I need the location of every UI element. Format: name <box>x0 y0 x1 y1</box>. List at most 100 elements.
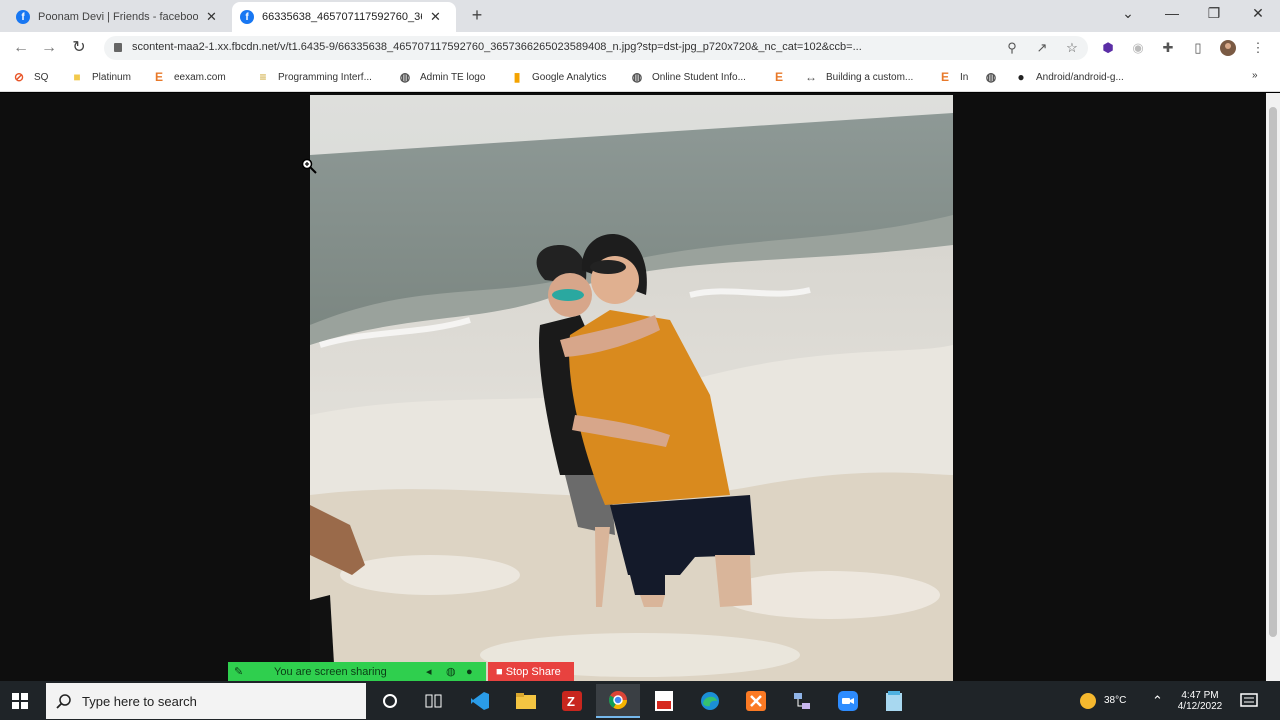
beach-photo-illustration <box>310 95 953 681</box>
url-text[interactable]: scontent-maa2-1.xx.fbcdn.net/v/t1.6435-9… <box>132 41 992 53</box>
extension-hexagon-icon[interactable]: ⬢ <box>1100 40 1116 56</box>
bookmark-label: Platinum <box>92 71 131 83</box>
close-window-button[interactable]: ✕ <box>1238 0 1278 28</box>
clock[interactable]: 4:47 PM 4/12/2022 <box>1174 681 1226 720</box>
edge-icon[interactable] <box>688 684 732 718</box>
scrollbar[interactable] <box>1266 93 1280 681</box>
screen-share-toolbar: ✎ You are screen sharing ◂ ◍ ● ■ Stop Sh… <box>228 662 574 682</box>
bookmark-item[interactable]: ▮ Google Analytics <box>510 70 607 84</box>
stop-icon: ■ <box>496 666 506 678</box>
bookmark-star-icon[interactable]: ☆ <box>1064 40 1080 56</box>
taskbar-search-box[interactable]: Type here to search <box>46 683 366 719</box>
bookmark-item[interactable]: E <box>772 70 794 84</box>
extensions-puzzle-icon[interactable]: ✚ <box>1160 40 1176 56</box>
stop-share-button[interactable]: ■ Stop Share <box>488 662 574 682</box>
bookmark-item[interactable]: ◍ <box>984 70 1006 84</box>
side-panel-icon[interactable]: ▯ <box>1190 40 1206 56</box>
screen-share-status[interactable]: ✎ You are screen sharing ◂ ◍ ● <box>228 662 486 682</box>
search-placeholder: Type here to search <box>82 694 197 709</box>
zoom-in-cursor-icon <box>301 158 317 174</box>
link-icon: ⊘ <box>13 70 25 84</box>
bookmarks-bar: ⊘ SQ ■ Platinum Eeexam.com ≡ Programming In… <box>0 64 1280 92</box>
github-icon: ● <box>1017 70 1025 84</box>
analytics-icon: ▮ <box>513 70 521 84</box>
bookmark-item[interactable]: ● Android/android-g... <box>1014 70 1124 84</box>
acrobat-icon[interactable] <box>642 684 686 718</box>
close-tab-icon[interactable]: ✕ <box>430 9 441 25</box>
bookmark-label: In <box>960 71 969 83</box>
settings-icon[interactable]: ● <box>466 662 473 682</box>
notification-icon[interactable] <box>1240 681 1258 720</box>
windows-taskbar: Type here to search Z 38°C ⌃ 4:47 PM 4/1… <box>0 681 1280 720</box>
tab-title: Poonam Devi | Friends - faceboo <box>38 11 198 23</box>
share-grip-icon: ✎ <box>234 666 244 678</box>
minimize-button[interactable]: — <box>1152 0 1192 28</box>
tab-image[interactable]: f 66335638_465707117592760_36 ✕ <box>232 2 456 32</box>
filezilla-icon[interactable]: Z <box>550 684 594 718</box>
code-icon: ↔ <box>805 70 817 84</box>
folder-icon: ■ <box>73 70 81 84</box>
task-view-icon[interactable] <box>412 684 456 718</box>
bookmark-label: Online Student Info... <box>652 71 746 83</box>
bookmark-label: Admin TE logo <box>420 71 486 83</box>
weather-widget[interactable]: 38°C <box>1080 681 1126 720</box>
more-bookmarks-icon[interactable]: » <box>1252 70 1258 81</box>
tab-strip: f Poonam Devi | Friends - faceboo ✕ f 66… <box>0 0 1280 32</box>
new-tab-button[interactable]: + <box>466 4 488 26</box>
bookmark-item[interactable]: ■ Platinum <box>70 70 131 84</box>
bookmark-item[interactable]: ◍ Online Student Info... <box>630 70 746 84</box>
windows-start-icon[interactable] <box>12 693 28 709</box>
extension-gray-icon[interactable]: ◉ <box>1130 40 1146 56</box>
bookmark-item[interactable]: ◍ Admin TE logo <box>398 70 486 84</box>
notepad-icon[interactable] <box>872 684 916 718</box>
pause-icon[interactable]: ◍ <box>446 662 456 682</box>
bookmark-label: eexam.com <box>174 71 226 83</box>
globe-icon: ◍ <box>399 70 411 84</box>
chrome-icon[interactable] <box>596 684 640 718</box>
audio-icon[interactable]: ◂ <box>426 662 432 682</box>
zoom-icon[interactable] <box>826 684 870 718</box>
bookmark-label: Android/android-g... <box>1036 71 1124 83</box>
beach-photo[interactable] <box>310 95 953 681</box>
bookmark-item[interactable]: ≡ Programming Interf... <box>256 70 372 84</box>
tab-search-dropdown-icon[interactable]: ⌄ <box>1108 0 1148 28</box>
bookmark-label: SQ <box>34 71 49 83</box>
weather-temp: 38°C <box>1104 695 1127 706</box>
bookmark-item[interactable]: Eeexam.com <box>152 70 226 84</box>
forward-button[interactable]: → <box>38 38 60 58</box>
zoom-icon[interactable]: ⚲ <box>1004 40 1020 56</box>
share-icon[interactable]: ↗ <box>1034 40 1050 56</box>
browser-menu-icon[interactable]: ⋮ <box>1250 40 1266 56</box>
globe-icon: ◍ <box>631 70 643 84</box>
show-hidden-icons-chevron-icon[interactable]: ⌃ <box>1152 681 1163 720</box>
bookmark-item[interactable]: ↔ Building a custom... <box>804 70 913 84</box>
bookmark-item[interactable]: E In <box>938 70 968 84</box>
network-tool-icon[interactable] <box>780 684 824 718</box>
svg-text:Z: Z <box>567 694 575 709</box>
bookmark-icon: ≡ <box>259 70 267 84</box>
globe-icon: ◍ <box>985 70 997 84</box>
bookmark-label: Building a custom... <box>826 71 914 83</box>
bookmark-label: Programming Interf... <box>278 71 372 83</box>
screen-share-status-text: You are screen sharing <box>274 666 387 678</box>
file-explorer-icon[interactable] <box>504 684 548 718</box>
close-tab-icon[interactable]: ✕ <box>206 9 217 25</box>
back-button[interactable]: ← <box>10 38 32 58</box>
scrollbar-thumb[interactable] <box>1269 107 1277 637</box>
tab-title: 66335638_465707117592760_36 <box>262 11 422 23</box>
facebook-icon: f <box>240 10 254 24</box>
reload-button[interactable]: ↻ <box>68 38 90 58</box>
cortana-icon[interactable] <box>368 684 412 718</box>
tab-facebook-friends[interactable]: f Poonam Devi | Friends - faceboo ✕ <box>8 2 230 32</box>
e-logo-icon: E <box>154 70 163 84</box>
xampp-icon[interactable] <box>734 684 778 718</box>
bookmark-item[interactable]: ⊘ SQ <box>12 70 48 84</box>
profile-avatar[interactable] <box>1220 40 1236 56</box>
address-bar[interactable]: scontent-maa2-1.xx.fbcdn.net/v/t1.6435-9… <box>104 36 1088 60</box>
clock-time: 4:47 PM <box>1181 689 1219 701</box>
stop-share-label: Stop Share <box>505 666 561 678</box>
bookmark-label: Google Analytics <box>532 71 607 83</box>
vscode-icon[interactable] <box>458 684 502 718</box>
weather-sun-icon <box>1080 692 1096 709</box>
restore-button[interactable]: ❐ <box>1194 0 1234 28</box>
